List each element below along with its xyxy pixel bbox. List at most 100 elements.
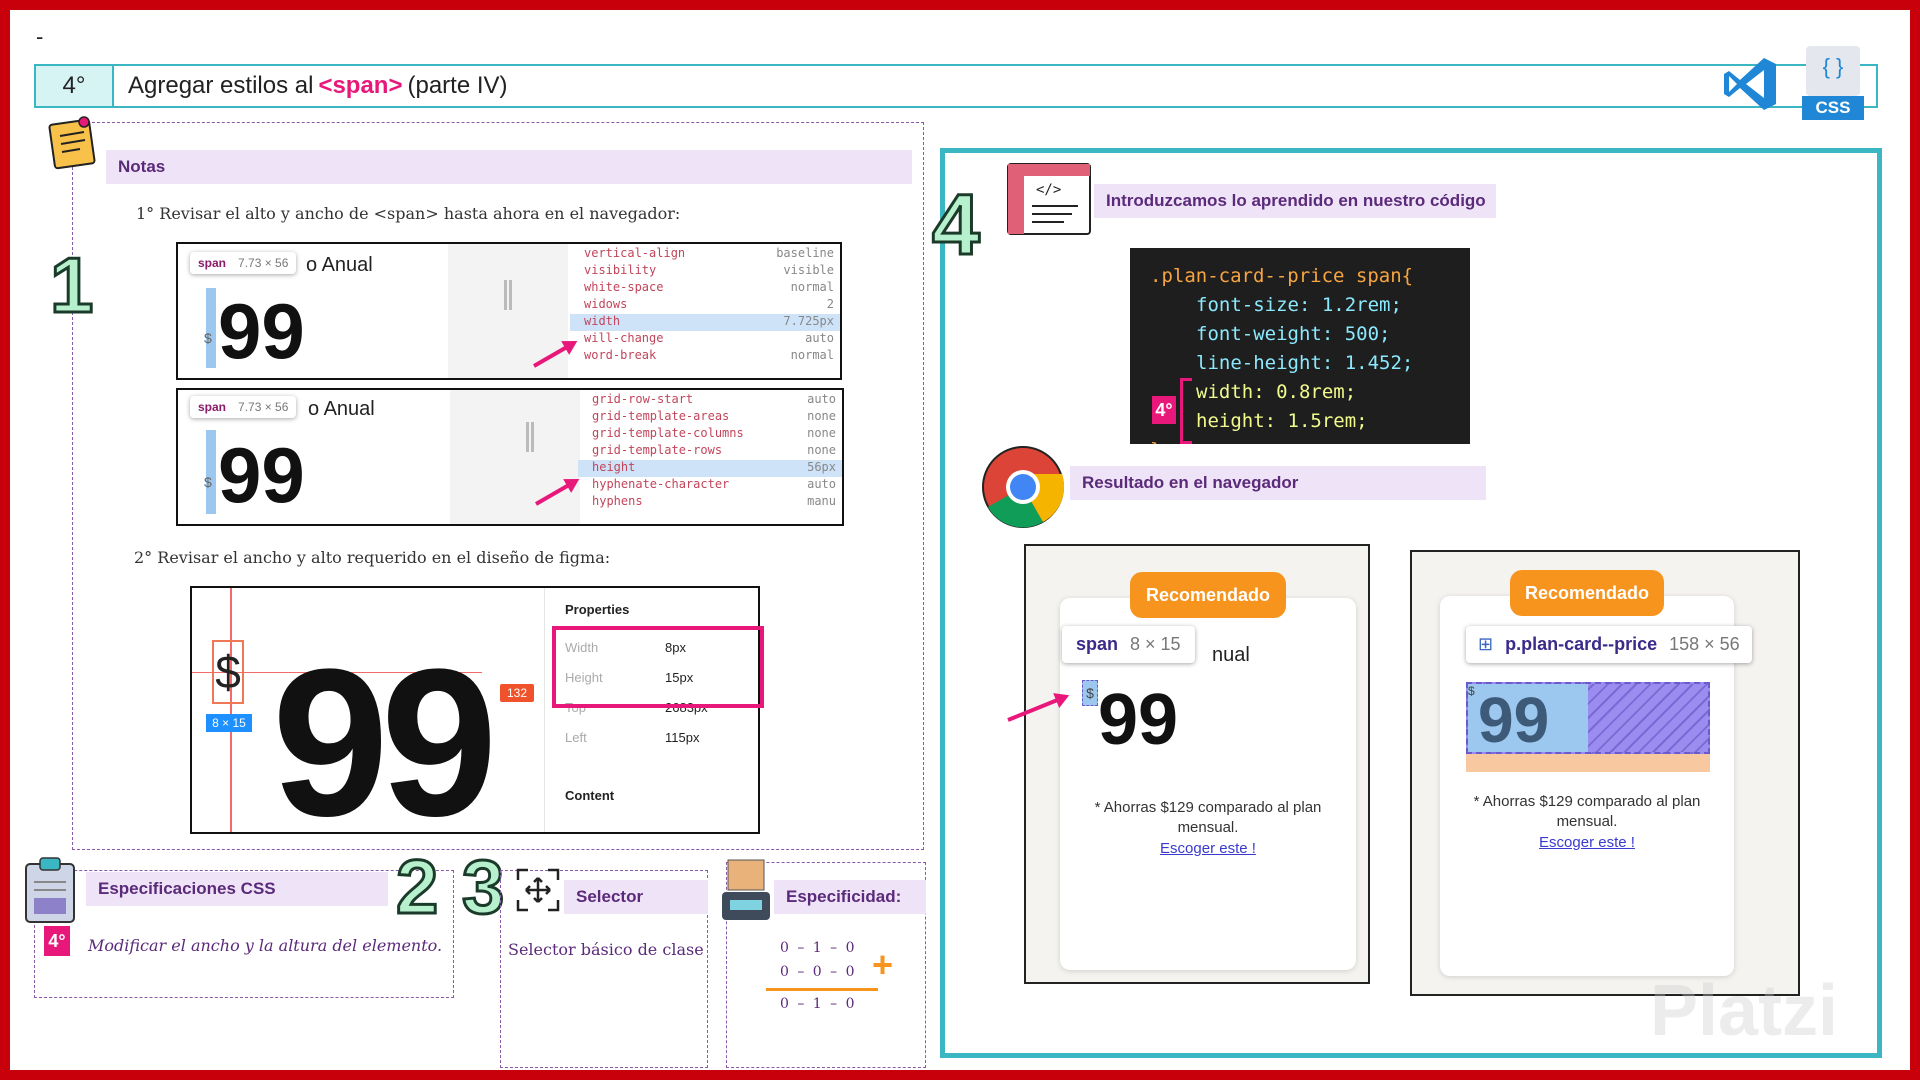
property-value: 115px [665, 729, 700, 745]
result-screenshot-2: Recomendado ⊞ p.plan-card--price 158 × 56… [1410, 550, 1800, 996]
css-property-row[interactable]: hyphens manu [578, 494, 842, 511]
header-dash: - [36, 24, 44, 49]
result-screenshot-1: Recomendado span 8 × 15 nual $ 99 * Ahorr… [1024, 544, 1370, 984]
devtools-screenshot-width: span 7.73 × 56 o Anual $ 99 vertical-alig… [176, 242, 842, 380]
selector-title: Selector [564, 880, 708, 914]
code-line-font-size: font-size: 1.2rem; [1196, 294, 1402, 316]
span-tooltip: span 7.73 × 56 [190, 252, 297, 274]
figma-red-badge: 132 [500, 684, 534, 702]
css-property-row[interactable]: visibility visible [570, 263, 840, 280]
css-braces: { } [1822, 54, 1844, 79]
result-heading: Resultado en el navegador [1070, 466, 1486, 500]
css-property-name: height [592, 460, 636, 474]
specs-title: Especificaciones CSS [86, 872, 388, 906]
price-99: 99 [1098, 680, 1179, 760]
code-line-width: width: 0.8rem; [1196, 381, 1357, 403]
code-close-brace: } [1150, 436, 1470, 444]
notes-step1: 1° Revisar el alto y ancho de <span> has… [136, 204, 681, 223]
price-99: 99 [218, 287, 305, 375]
savings-note: * Ahorras $129 comparado al plan mensual… [1473, 793, 1701, 830]
choose-plan-link[interactable]: Escoger este ! [1066, 840, 1350, 857]
span-highlight [206, 288, 216, 368]
specificity-result: 0 – 1 – 0 [780, 996, 857, 1012]
css-property-value: baseline [776, 246, 834, 260]
css-label: CSS [1802, 96, 1864, 120]
property-row: Left 115px [545, 722, 758, 752]
css-property-row[interactable]: hyphenate-character auto [578, 477, 842, 494]
css-property-row[interactable]: word-break normal [570, 348, 840, 365]
computed-styles-list: grid-row-start auto grid-template-areas non… [578, 390, 842, 511]
css-property-name: width [584, 314, 621, 328]
span-tooltip: span 7.73 × 56 [190, 396, 297, 418]
css-property-value: 2 [826, 297, 834, 311]
css-property-value: none [807, 409, 836, 423]
specs-step-badge: 4° [44, 926, 70, 956]
css-property-value: visible [783, 263, 834, 277]
css-property-row[interactable]: vertical-align baseline [570, 246, 840, 263]
css-property-value: auto [807, 477, 836, 491]
big-number-1: 1 [48, 241, 94, 329]
css-property-name: hyphenate-character [592, 477, 730, 491]
plan-anual-text: o Anual [306, 254, 373, 276]
dollar-sign: $ [1082, 680, 1098, 706]
step-number: 4° [34, 64, 114, 108]
span-highlight [206, 430, 216, 514]
svg-text:</>: </> [1036, 182, 1061, 198]
dollar-sign: $ [204, 474, 212, 490]
css-property-name: grid-template-areas [592, 409, 730, 423]
css-property-name: grid-template-rows [592, 443, 723, 457]
css-property-name: grid-template-columns [592, 426, 744, 440]
title-post: (parte IV) [407, 72, 508, 99]
scale-icon [720, 858, 772, 922]
css-property-row[interactable]: grid-template-rows none [578, 443, 842, 460]
big-number-2: 2 [394, 845, 439, 930]
page-title: Agregar estilos al <span> (parte IV) [114, 64, 1878, 108]
code-bracket [1180, 378, 1192, 444]
css-property-row[interactable]: height 56px [578, 460, 842, 477]
element-tooltip: ⊞ p.plan-card--price 158 × 56 [1466, 626, 1752, 663]
plus-icon: + [872, 944, 894, 985]
figma-price-99: 99 [272, 625, 498, 834]
selector-icon [514, 866, 562, 914]
savings-note: * Ahorras $129 comparado al plan mensual… [1094, 799, 1322, 836]
platzi-watermark: Platzi [1650, 971, 1839, 1051]
big-number-3: 3 [460, 845, 505, 930]
code-selector: .plan-card--price span{ [1150, 265, 1414, 287]
css-property-name: will-change [584, 331, 664, 345]
recommended-badge: Recomendado [1510, 570, 1664, 616]
css-property-row[interactable]: white-space normal [570, 280, 840, 297]
css-property-row[interactable]: grid-row-start auto [578, 392, 842, 409]
plan-anual-text: nual [1212, 644, 1250, 666]
css-property-row[interactable]: grid-template-columns none [578, 426, 842, 443]
css-property-row[interactable]: widows 2 [570, 297, 840, 314]
chrome-icon [980, 444, 1066, 530]
slide: - 4° Agregar estilos al <span> (parte IV… [10, 10, 1910, 1070]
specificity-line-1: 0 – 1 – 0 [780, 940, 857, 956]
code-line-font-weight: font-weight: 500; [1196, 323, 1391, 345]
big-number-4: 4 [931, 177, 982, 273]
css-property-row[interactable]: width 7.725px [570, 314, 840, 331]
css-property-value: manu [807, 494, 836, 508]
choose-plan-link[interactable]: Escoger este ! [1456, 834, 1718, 851]
notes-icon [46, 114, 100, 172]
css-property-value: 7.725px [783, 314, 834, 328]
css-property-name: grid-row-start [592, 392, 694, 406]
clipboard-icon [22, 856, 78, 926]
css-property-value: 56px [807, 460, 836, 474]
css-property-name: widows [584, 297, 628, 311]
specificity-title: Especificidad: [774, 880, 926, 914]
css-property-value: normal [790, 280, 834, 294]
css-property-value: auto [805, 331, 834, 345]
code-line-line-height: line-height: 1.452; [1196, 352, 1414, 374]
layout-icon: ⊞ [1478, 634, 1494, 654]
figma-size-badge: 8 × 15 [206, 714, 252, 732]
code-heading: Introduzcamos lo aprendido en nuestro có… [1094, 184, 1496, 218]
span-tooltip: span 8 × 15 [1062, 626, 1195, 663]
css-property-row[interactable]: will-change auto [570, 331, 840, 348]
notes-step2: 2° Revisar el ancho y alto requerido en … [134, 548, 611, 567]
css-property-name: vertical-align [584, 246, 686, 260]
css-property-row[interactable]: grid-template-areas none [578, 409, 842, 426]
css-property-name: word-break [584, 348, 657, 362]
vscode-icon [1720, 54, 1780, 114]
content-label: Content [565, 788, 615, 803]
